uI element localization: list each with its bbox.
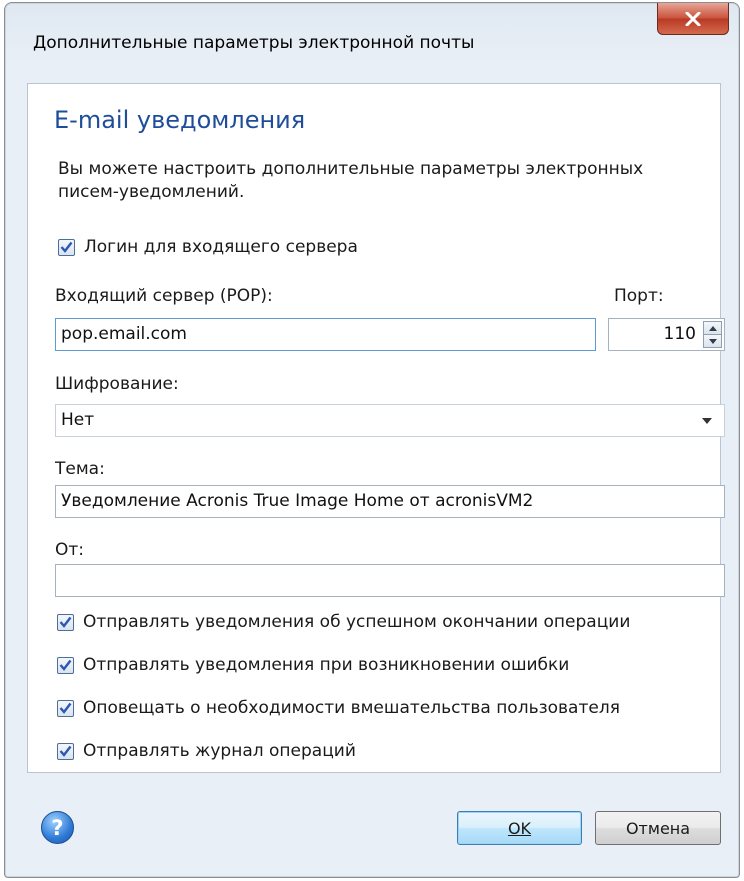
option-intervention-checkbox[interactable] — [57, 699, 74, 717]
checkmark-icon — [59, 616, 72, 628]
option-error-label: Отправлять уведомления при возникновении… — [83, 655, 570, 675]
option-intervention-row[interactable]: Оповещать о необходимости вмешательства … — [57, 698, 620, 718]
intro-text: Вы можете настроить дополнительные парам… — [58, 159, 644, 202]
cancel-button-label: Отмена — [625, 818, 691, 838]
close-button[interactable] — [657, 3, 729, 35]
arrow-up-icon — [708, 325, 717, 331]
port-down-button[interactable] — [703, 334, 722, 348]
subject-input[interactable]: Уведомление Acronis True Image Home от a… — [55, 485, 725, 518]
encryption-value: Нет — [61, 410, 95, 430]
title-bar: Дополнительные параметры электронной поч… — [5, 3, 739, 89]
close-icon — [685, 11, 701, 26]
arrow-down-icon — [708, 338, 717, 344]
checkmark-icon — [59, 745, 72, 757]
checkmark-icon — [60, 241, 73, 253]
encryption-select[interactable]: Нет — [55, 404, 725, 437]
checkmark-icon — [59, 659, 72, 671]
checkmark-icon — [59, 702, 72, 714]
port-label: Порт: — [614, 286, 664, 306]
port-value: 110 — [663, 324, 696, 344]
option-log-label: Отправлять журнал операций — [83, 741, 356, 761]
window-title: Дополнительные параметры электронной поч… — [33, 33, 475, 53]
option-error-row[interactable]: Отправлять уведомления при возникновении… — [57, 655, 569, 675]
subject-label: Тема: — [55, 459, 105, 479]
cancel-button[interactable]: Отмена — [595, 811, 721, 845]
port-stepper[interactable]: 110 — [608, 318, 725, 351]
page-title: E-mail уведомления — [54, 106, 306, 134]
incoming-server-input[interactable]: pop.email.com — [55, 318, 596, 351]
chevron-down-icon — [702, 418, 712, 424]
ok-button-label: OK — [507, 818, 532, 838]
help-icon[interactable]: ? — [41, 811, 74, 844]
incoming-server-label: Входящий сервер (POP): — [55, 286, 273, 306]
option-success-checkbox[interactable] — [57, 613, 74, 631]
dialog-window: Дополнительные параметры электронной поч… — [4, 2, 740, 878]
ok-button[interactable]: OK — [457, 811, 582, 845]
button-bar: ? OK Отмена — [5, 781, 739, 877]
option-log-row[interactable]: Отправлять журнал операций — [57, 741, 356, 761]
content-panel: E-mail уведомления Вы можете настроить д… — [27, 83, 725, 773]
option-error-checkbox[interactable] — [57, 656, 74, 674]
option-intervention-label: Оповещать о необходимости вмешательства … — [83, 698, 620, 718]
from-label: От: — [55, 540, 85, 560]
encryption-label: Шифрование: — [55, 374, 179, 394]
option-log-checkbox[interactable] — [57, 742, 74, 760]
login-checkbox-row[interactable]: Логин для входящего сервера — [58, 237, 358, 257]
from-input[interactable] — [55, 564, 725, 597]
login-checkbox[interactable] — [58, 238, 75, 256]
option-success-label: Отправлять уведомления об успешном оконч… — [83, 612, 631, 632]
port-up-button[interactable] — [703, 321, 722, 335]
option-success-row[interactable]: Отправлять уведомления об успешном оконч… — [57, 612, 630, 632]
login-checkbox-label: Логин для входящего сервера — [84, 237, 358, 257]
